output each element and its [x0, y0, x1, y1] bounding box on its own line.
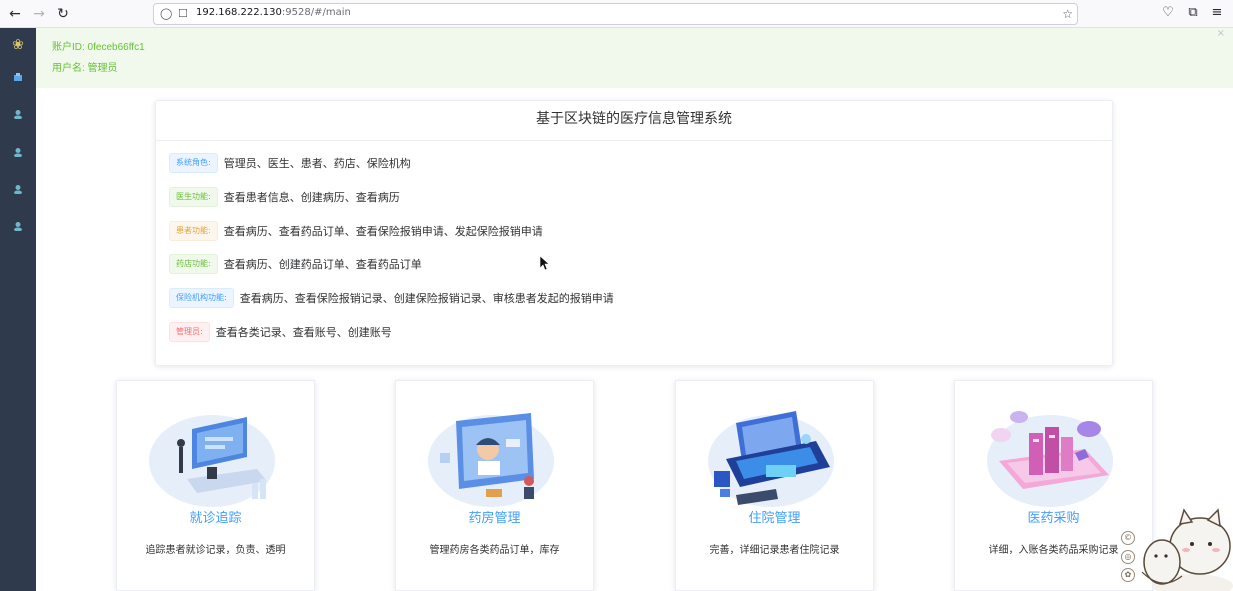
feature-card-visit-tracking[interactable]: 就诊追踪 追踪患者就诊记录，负责、透明 — [116, 380, 315, 591]
visit-tracking-illustration — [149, 415, 275, 507]
sidebar-user-icon-4[interactable] — [9, 220, 27, 236]
sidebar-user-icon-1[interactable] — [9, 108, 27, 124]
float-copyright-button[interactable]: © — [1121, 531, 1135, 545]
info-text: 查看病历、查看药品订单、查看保险报销申请、发起保险报销申请 — [223, 225, 543, 238]
pocket-icon[interactable]: ♡ — [1160, 5, 1176, 20]
lock-icon[interactable]: ☐ — [178, 7, 188, 20]
info-row-pharmacy: 药店功能: 查看病历、创建药品订单、查看药品订单 — [169, 253, 422, 275]
info-row-insurance: 保险机构功能: 查看病历、查看保险报销记录、创建保险报销记录、审核患者发起的报销… — [169, 287, 614, 309]
feature-title: 就诊追踪 — [189, 511, 242, 526]
account-username: 用户名: 管理员 — [52, 63, 118, 74]
reload-icon[interactable]: ↻ — [54, 5, 72, 23]
menu-icon[interactable]: ≡ — [1209, 5, 1225, 20]
account-id: 账户ID: 0feceb66ffc1 — [52, 42, 145, 53]
info-text: 查看病历、查看保险报销记录、创建保险报销记录、审核患者发起的报销申请 — [239, 292, 614, 305]
logo-icon[interactable]: ❀ — [9, 37, 27, 53]
bookmark-star-icon[interactable]: ☆ — [1062, 7, 1073, 21]
system-info-card: 基于区块链的医疗信息管理系统 系统角色: 管理员、医生、患者、药店、保险机构 医… — [155, 100, 1113, 366]
inpatient-illustration — [708, 411, 834, 507]
info-text: 管理员、医生、患者、药店、保险机构 — [223, 157, 411, 170]
info-row-roles: 系统角色: 管理员、医生、患者、药店、保险机构 — [169, 152, 411, 174]
feature-title: 医药采购 — [1027, 511, 1080, 526]
card-title: 基于区块链的医疗信息管理系统 — [156, 101, 1112, 141]
info-row-patient: 患者功能: 查看病历、查看药品订单、查看保险报销申请、发起保险报销申请 — [169, 220, 543, 242]
forward-icon[interactable]: → — [30, 5, 48, 23]
info-row-doctor: 医生功能: 查看患者信息、创建病历、查看病历 — [169, 186, 400, 208]
float-paw-button[interactable]: ✿ — [1121, 568, 1135, 582]
account-alert: 账户ID: 0feceb66ffc1 用户名: 管理员 × — [36, 28, 1233, 88]
url-host: 192.168.222.130 — [196, 7, 282, 18]
pharmacy-illustration — [428, 413, 554, 507]
feature-desc: 完善，详细记录患者住院记录 — [709, 545, 840, 556]
sidebar-user-icon-3[interactable] — [9, 183, 27, 199]
close-icon[interactable]: × — [1217, 28, 1225, 39]
float-target-button[interactable]: ◎ — [1121, 550, 1135, 564]
tag-doctor: 医生功能: — [169, 187, 218, 207]
url-path: :9528/#/main — [281, 7, 351, 18]
tag-admin: 管理员: — [169, 322, 210, 342]
sidebar: ❀ — [0, 28, 36, 591]
tag-insurance: 保险机构功能: — [169, 288, 234, 308]
feature-desc: 追踪患者就诊记录，负责、透明 — [145, 545, 286, 556]
info-text: 查看各类记录、查看账号、创建账号 — [215, 326, 392, 339]
url-text[interactable]: 192.168.222.130:9528/#/main — [196, 7, 351, 18]
browser-toolbar: ← → ↻ ◯ ☐ 192.168.222.130:9528/#/main ☆ … — [0, 0, 1233, 28]
cat-mascot[interactable] — [1138, 506, 1233, 591]
mouse-cursor-icon — [540, 256, 550, 270]
feature-desc: 管理药房各类药品订单，库存 — [429, 545, 560, 556]
feature-card-pharmacy[interactable]: 药房管理 管理药房各类药品订单，库存 — [395, 380, 594, 591]
procurement-illustration — [987, 411, 1113, 507]
info-row-admin: 管理员: 查看各类记录、查看账号、创建账号 — [169, 321, 392, 343]
tag-patient: 患者功能: — [169, 221, 218, 241]
sidebar-user-icon-2[interactable] — [9, 146, 27, 162]
feature-title: 药房管理 — [468, 511, 521, 526]
back-icon[interactable]: ← — [6, 5, 24, 23]
home-icon[interactable] — [9, 71, 27, 87]
info-text: 查看患者信息、创建病历、查看病历 — [223, 191, 400, 204]
tag-roles: 系统角色: — [169, 153, 218, 173]
info-text: 查看病历、创建药品订单、查看药品订单 — [223, 258, 422, 271]
feature-card-inpatient[interactable]: 住院管理 完善，详细记录患者住院记录 — [675, 380, 874, 591]
feature-title: 住院管理 — [748, 511, 801, 526]
address-bar[interactable]: ◯ ☐ 192.168.222.130:9528/#/main ☆ — [153, 3, 1078, 25]
shield-icon[interactable]: ◯ — [160, 7, 172, 20]
tag-pharmacy: 药店功能: — [169, 254, 218, 274]
extensions-icon[interactable]: ⧉ — [1185, 5, 1201, 20]
